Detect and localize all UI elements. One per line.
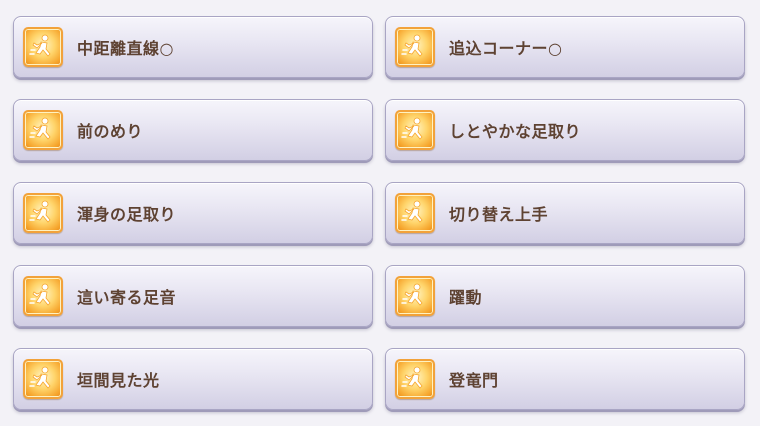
skill-name: しとやかな足取り (449, 122, 582, 141)
skill-card[interactable]: 追込コーナー○ (385, 16, 745, 78)
runner-speed-icon (23, 276, 63, 316)
skill-card[interactable]: 躍動 (385, 265, 745, 327)
skill-name: 登竜門 (449, 371, 499, 390)
skill-name: 垣間見た光 (77, 371, 160, 390)
skill-name: 中距離直線○ (77, 39, 174, 58)
skill-card[interactable]: 切り替え上手 (385, 182, 745, 244)
runner-speed-icon (395, 276, 435, 316)
runner-speed-icon (395, 110, 435, 150)
runner-speed-icon (23, 27, 63, 67)
skill-name: 這い寄る足音 (77, 288, 177, 307)
runner-speed-icon (395, 359, 435, 399)
skill-name: 躍動 (449, 288, 483, 307)
skill-list: 中距離直線○ 追込コーナー○ 前のめり しとやかな足取り 渾身の足取り 切り替え… (13, 16, 745, 412)
skill-card[interactable]: 中距離直線○ (13, 16, 373, 78)
runner-speed-icon (23, 193, 63, 233)
skill-card[interactable]: 垣間見た光 (13, 348, 373, 410)
skill-card[interactable]: 前のめり (13, 99, 373, 161)
runner-speed-icon (23, 110, 63, 150)
skill-name: 前のめり (77, 122, 144, 141)
skill-name: 切り替え上手 (449, 205, 549, 224)
skill-card[interactable]: しとやかな足取り (385, 99, 745, 161)
skill-card[interactable]: 登竜門 (385, 348, 745, 410)
skill-name: 渾身の足取り (77, 205, 177, 224)
runner-speed-icon (395, 193, 435, 233)
runner-speed-icon (395, 27, 435, 67)
skill-name: 追込コーナー○ (449, 39, 563, 58)
runner-speed-icon (23, 359, 63, 399)
skill-card[interactable]: 這い寄る足音 (13, 265, 373, 327)
skill-card[interactable]: 渾身の足取り (13, 182, 373, 244)
